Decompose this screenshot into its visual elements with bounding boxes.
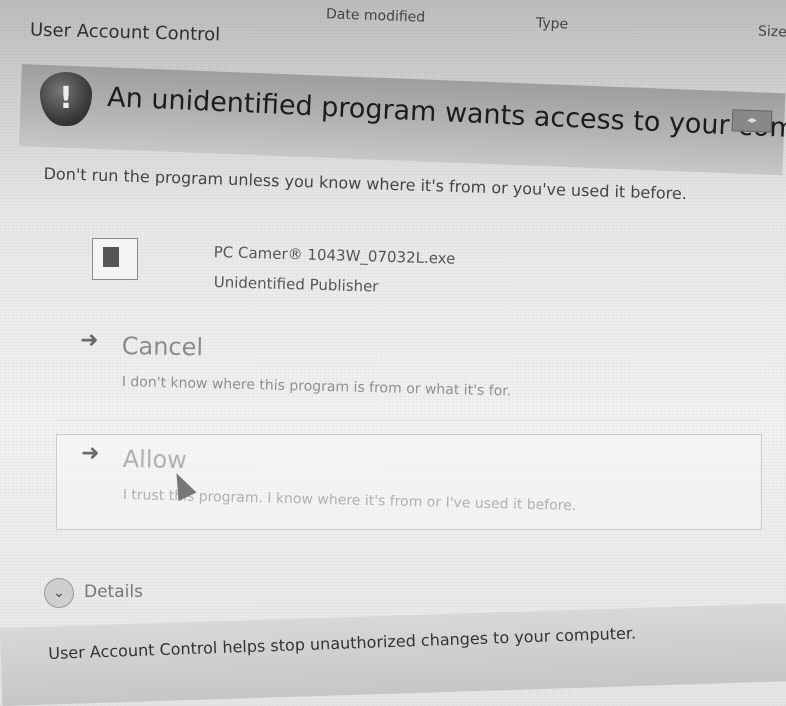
cancel-description: I don't know where this program is from …	[121, 374, 512, 400]
cancel-label: Cancel	[121, 332, 204, 362]
title-bar: User Account Control	[10, 10, 786, 52]
details-label: Details	[84, 582, 143, 602]
allow-option[interactable]: ➜ Allow I trust this program. I know whe…	[56, 434, 762, 530]
dialog-title: User Account Control	[29, 19, 221, 46]
arrow-right-icon: ➜	[81, 441, 100, 466]
cancel-option[interactable]: ➜ Cancel I don't know where this program…	[56, 322, 760, 416]
program-icon	[92, 238, 138, 280]
help-button[interactable]: ◂▸	[731, 109, 773, 133]
divider	[56, 420, 760, 421]
arrow-right-icon: ➜	[80, 328, 99, 353]
allow-label: Allow	[122, 445, 188, 475]
chevron-down-icon: ⌄	[44, 578, 74, 608]
